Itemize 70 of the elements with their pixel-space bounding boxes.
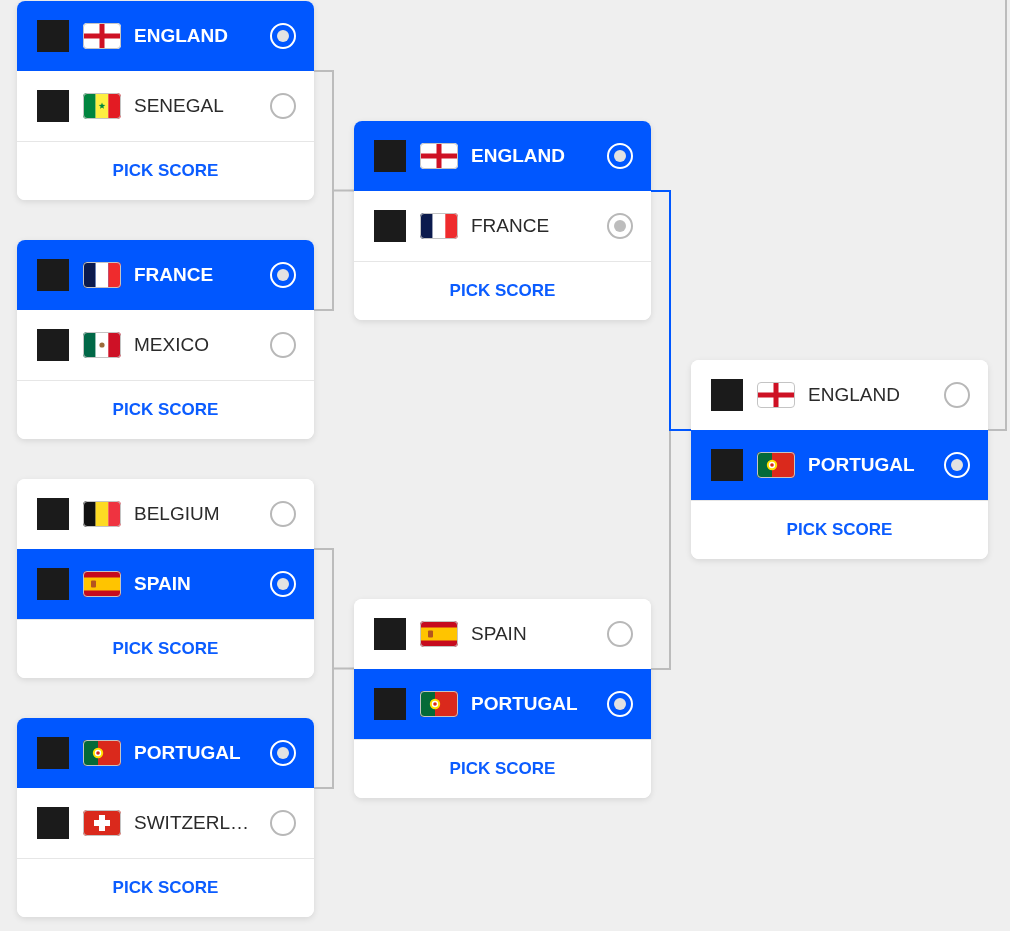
spain-flag-icon — [420, 621, 458, 647]
team-name: PORTUGAL — [808, 453, 916, 477]
placeholder-square — [374, 210, 406, 242]
team-name: BELGIUM — [134, 502, 221, 526]
pick-score-button[interactable]: PICK SCORE — [17, 858, 314, 917]
team-name: PORTUGAL — [471, 692, 579, 716]
pick-score-button[interactable]: PICK SCORE — [354, 739, 651, 798]
portugal-flag-icon — [420, 691, 458, 717]
team-row[interactable]: MEXICO — [17, 310, 314, 380]
team-row[interactable]: SWITZERL… — [17, 788, 314, 858]
radio-button[interactable] — [270, 501, 296, 527]
placeholder-square — [37, 807, 69, 839]
france-flag-icon — [420, 213, 458, 239]
belgium-flag-icon — [83, 501, 121, 527]
placeholder-square — [374, 140, 406, 172]
placeholder-square — [37, 20, 69, 52]
portugal-flag-icon — [757, 452, 795, 478]
spain-flag-icon — [83, 571, 121, 597]
team-name: SPAIN — [134, 572, 192, 596]
radio-button[interactable] — [607, 621, 633, 647]
placeholder-square — [37, 568, 69, 600]
team-name: ENGLAND — [134, 24, 229, 48]
team-row[interactable]: SPAIN — [354, 599, 651, 669]
pick-score-button[interactable]: PICK SCORE — [354, 261, 651, 320]
france-flag-icon — [83, 262, 121, 288]
radio-button[interactable] — [270, 810, 296, 836]
radio-button[interactable] — [607, 213, 633, 239]
team-name: SENEGAL — [134, 94, 225, 118]
radio-button[interactable] — [270, 332, 296, 358]
radio-button[interactable] — [944, 382, 970, 408]
team-name: ENGLAND — [471, 144, 566, 168]
team-name: MEXICO — [134, 333, 210, 357]
team-row[interactable]: PORTUGAL — [354, 669, 651, 739]
pick-score-button[interactable]: PICK SCORE — [17, 141, 314, 200]
team-row[interactable]: SENEGAL — [17, 71, 314, 141]
team-row[interactable]: PORTUGAL — [17, 718, 314, 788]
team-name: SPAIN — [471, 622, 528, 646]
placeholder-square — [374, 688, 406, 720]
switzerland-flag-icon — [83, 810, 121, 836]
team-name: FRANCE — [471, 214, 551, 238]
pick-score-button[interactable]: PICK SCORE — [691, 500, 988, 559]
placeholder-square — [374, 618, 406, 650]
mexico-flag-icon — [83, 332, 121, 358]
pick-score-button[interactable]: PICK SCORE — [17, 380, 314, 439]
placeholder-square — [37, 90, 69, 122]
placeholder-square — [37, 259, 69, 291]
team-name: ENGLAND — [808, 383, 901, 407]
england-flag-icon — [420, 143, 458, 169]
placeholder-square — [37, 737, 69, 769]
placeholder-square — [711, 449, 743, 481]
team-name: SWITZERL… — [134, 811, 251, 835]
senegal-flag-icon — [83, 93, 121, 119]
portugal-flag-icon — [83, 740, 121, 766]
england-flag-icon — [757, 382, 795, 408]
team-name: FRANCE — [134, 263, 215, 287]
pick-score-button[interactable]: PICK SCORE — [17, 619, 314, 678]
team-row[interactable]: ENGLAND — [17, 1, 314, 71]
team-row[interactable]: SPAIN — [17, 549, 314, 619]
england-flag-icon — [83, 23, 121, 49]
radio-button[interactable] — [270, 93, 296, 119]
placeholder-square — [37, 498, 69, 530]
team-row[interactable]: FRANCE — [354, 191, 651, 261]
team-row[interactable]: ENGLAND — [354, 121, 651, 191]
team-name: PORTUGAL — [134, 741, 242, 765]
team-row[interactable]: BELGIUM — [17, 479, 314, 549]
team-row[interactable]: FRANCE — [17, 240, 314, 310]
placeholder-square — [711, 379, 743, 411]
placeholder-square — [37, 329, 69, 361]
team-row[interactable]: PORTUGAL — [691, 430, 988, 500]
team-row[interactable]: ENGLAND — [691, 360, 988, 430]
